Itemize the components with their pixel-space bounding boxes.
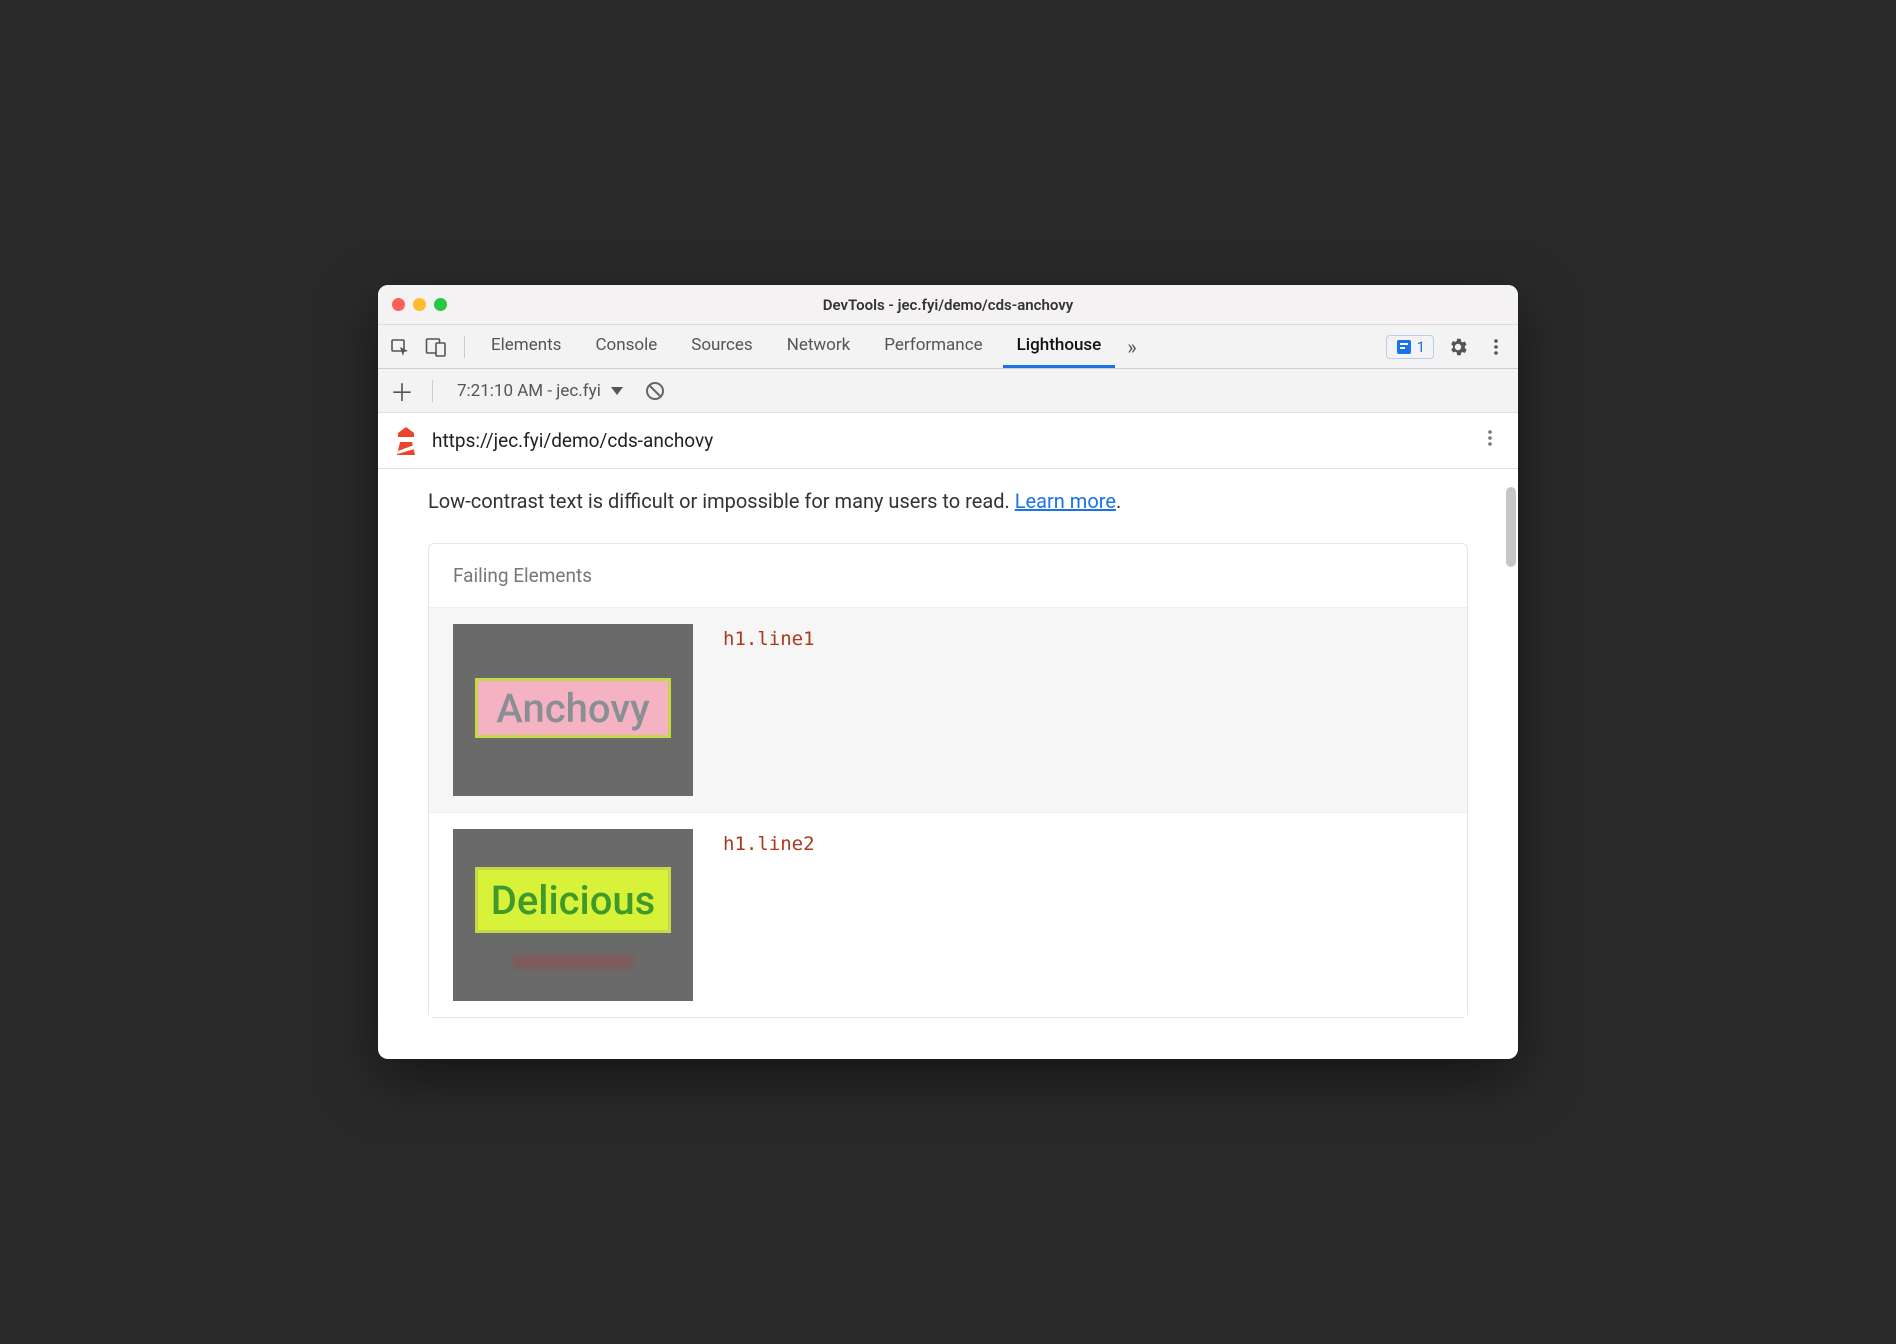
learn-more-link[interactable]: Learn more (1015, 489, 1116, 513)
tabbar-right: 1 (1386, 333, 1510, 361)
tab-console[interactable]: Console (581, 325, 671, 368)
report-menu-button[interactable] (1478, 428, 1502, 453)
element-thumbnail: Delicious (453, 829, 693, 1001)
traffic-lights (378, 298, 447, 311)
thumbnail-blur (513, 955, 633, 969)
inspect-icon[interactable] (386, 333, 414, 361)
main-tabbar: Elements Console Sources Network Perform… (378, 325, 1518, 369)
tabs: Elements Console Sources Network Perform… (477, 325, 1386, 368)
tab-sources[interactable]: Sources (677, 325, 766, 368)
element-selector: h1.line2 (723, 829, 815, 855)
tab-performance[interactable]: Performance (870, 325, 996, 368)
separator (464, 336, 465, 358)
scrollbar-thumb[interactable] (1506, 487, 1516, 567)
report-urlbar: https://jec.fyi/demo/cds-anchovy (378, 413, 1518, 469)
lighthouse-icon (394, 427, 418, 455)
settings-icon[interactable] (1444, 333, 1472, 361)
clear-report-button[interactable] (641, 377, 669, 405)
devtools-window: DevTools - jec.fyi/demo/cds-anchovy Elem… (378, 285, 1518, 1059)
lighthouse-toolbar: ＋ 7:21:10 AM - jec.fyi (378, 369, 1518, 413)
close-window-button[interactable] (392, 298, 405, 311)
chevron-down-icon (611, 387, 623, 395)
new-report-button[interactable]: ＋ (388, 373, 416, 408)
audit-description-text: Low-contrast text is difficult or imposs… (428, 489, 1015, 513)
element-selector: h1.line1 (723, 624, 815, 650)
audit-description: Low-contrast text is difficult or imposs… (428, 489, 1468, 513)
window-title: DevTools - jec.fyi/demo/cds-anchovy (378, 296, 1518, 314)
issues-badge[interactable]: 1 (1386, 335, 1434, 359)
titlebar: DevTools - jec.fyi/demo/cds-anchovy (378, 285, 1518, 325)
device-toggle-icon[interactable] (422, 333, 450, 361)
period: . (1116, 489, 1121, 513)
thumbnail-highlight: Anchovy (475, 678, 671, 738)
report-select-label: 7:21:10 AM - jec.fyi (457, 381, 601, 401)
report-url: https://jec.fyi/demo/cds-anchovy (432, 429, 1464, 452)
tab-lighthouse[interactable]: Lighthouse (1003, 325, 1116, 368)
tabbar-left (386, 333, 471, 361)
kebab-menu-icon[interactable] (1482, 333, 1510, 361)
issues-icon (1395, 338, 1413, 356)
failing-element-row[interactable]: Anchovy h1.line1 (429, 607, 1467, 812)
maximize-window-button[interactable] (434, 298, 447, 311)
report-select[interactable]: 7:21:10 AM - jec.fyi (449, 381, 631, 401)
failing-element-row[interactable]: Delicious h1.line2 (429, 812, 1467, 1017)
separator (432, 380, 433, 402)
failing-elements-box: Failing Elements Anchovy h1.line1 Delici… (428, 543, 1468, 1018)
more-tabs-button[interactable]: » (1121, 335, 1142, 359)
report-content: Low-contrast text is difficult or imposs… (378, 469, 1518, 1059)
tab-elements[interactable]: Elements (477, 325, 575, 368)
issues-count: 1 (1417, 338, 1425, 356)
element-thumbnail: Anchovy (453, 624, 693, 796)
tab-network[interactable]: Network (773, 325, 865, 368)
failing-elements-header: Failing Elements (429, 544, 1467, 607)
minimize-window-button[interactable] (413, 298, 426, 311)
thumbnail-highlight: Delicious (475, 867, 671, 933)
